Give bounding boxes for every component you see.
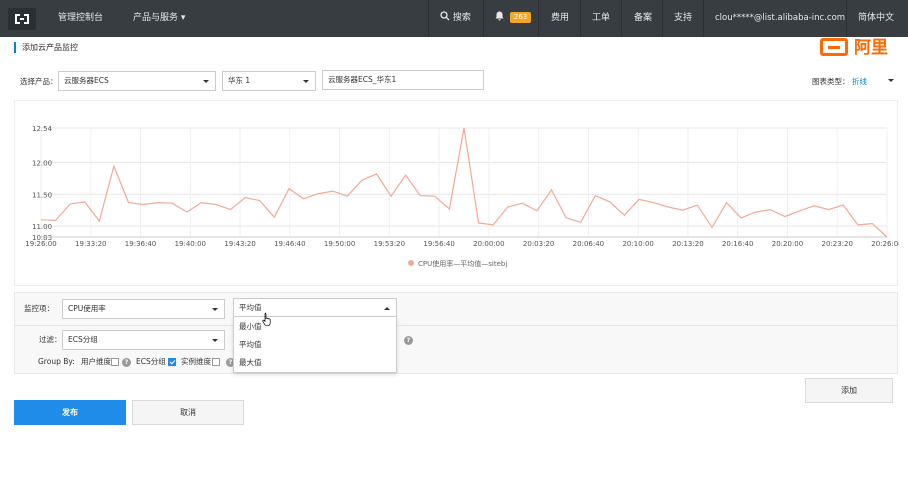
chevron-up-icon [384,307,390,310]
ticket-link[interactable]: 工单 [592,0,610,37]
groupby-label: Group By: [38,357,75,366]
nav-divider [846,0,847,37]
record-link[interactable]: 备案 [634,0,652,37]
console-page: 管理控制台 产品与服务 ▾ 搜索 263 费用 工单 备案 支持 clou***… [0,0,908,502]
billing-link[interactable]: 费用 [551,0,569,37]
chevron-down-icon [212,308,218,311]
help-icon[interactable]: ? [404,336,413,345]
notification-count-badge: 263 [509,12,532,23]
search-icon [440,11,450,21]
brand-text: 阿里 [854,38,888,58]
groupby-user-label: 用户维度 [81,357,111,366]
brand-box-icon [820,38,848,56]
chart-type-dropdown[interactable] [880,71,900,91]
nav-divider [483,0,484,37]
x-tick-label: 20:00:00 [473,240,504,248]
chart-type-value[interactable]: 折线 [852,76,867,88]
legend-marker [408,260,414,266]
line-chart: 12.5412.0011.5011.0010.8319:26:00 19:33:2… [25,125,899,268]
x-tick-label: 19:36:40 [125,240,156,248]
statistic-dropdown-menu: 最小值 平均值 最大值 [233,316,397,373]
instance-input[interactable]: 云服务器ECS_华东1 [322,70,484,90]
aliyun-logo-icon[interactable] [8,8,36,30]
console-link[interactable]: 管理控制台 [58,0,103,37]
metric-select[interactable]: CPU使用率 [62,299,225,319]
x-tick-label: 19:40:00 [175,240,206,248]
x-tick-label: 20:16:40 [722,240,753,248]
publish-button[interactable]: 发布 [14,400,126,425]
chevron-down-icon [203,80,209,83]
nav-divider [428,0,429,37]
x-tick-label: 20:10:00 [622,240,653,248]
region-select-value: 华东 1 [228,76,251,85]
top-navbar: 管理控制台 产品与服务 ▾ 搜索 263 费用 工单 备案 支持 clou***… [0,0,908,37]
x-tick-label: 20:06:40 [573,240,604,248]
filter-select[interactable]: ECS分组 [62,330,225,350]
filter-label: 过滤： [39,335,62,344]
aliyun-brand-logo: 阿里 [820,36,908,60]
groupby-instance-checkbox[interactable] [212,358,220,366]
x-tick-label: 20:03:20 [523,240,554,248]
groupby-ecs-checkbox[interactable] [168,358,176,366]
hand-cursor-icon [262,312,271,326]
series-line-cpu-usage [40,127,888,238]
nav-divider [580,0,581,37]
statistic-option-avg[interactable]: 平均值 [234,336,396,354]
x-tick-label: 19:33:20 [75,240,106,248]
help-icon[interactable]: ? [122,358,131,367]
region-select[interactable]: 华东 1 [222,71,316,91]
page-title: 添加云产品监控 [14,42,78,53]
x-tick-label: 20:23:20 [822,240,853,248]
statistic-option-max[interactable]: 最大值 [234,354,396,372]
statistic-select[interactable]: 平均值 [233,298,397,318]
nav-divider [703,0,704,37]
groupby-instance-label: 实例维度 [181,357,211,366]
metric-label: 监控项： [24,304,54,313]
x-tick-label: 20:26:00 [871,240,899,248]
chart-container: 12.54 12.00 11.50 11.00 10.83 19:26:00 19:33:2… [14,100,899,286]
chevron-down-icon [303,80,309,83]
nav-divider [538,0,539,37]
nav-divider [662,0,663,37]
legend-label: CPU使用率—平均值—sitebj [418,259,507,268]
search-label: 搜索 [452,13,471,23]
bell-icon [495,11,504,21]
add-button[interactable]: 添加 [805,378,893,403]
products-menu[interactable]: 产品与服务 ▾ [133,0,185,37]
x-tick-label: 19:26:00 [25,240,56,248]
y-tick-label: 12.00 [32,159,52,167]
y-tick-label: 11.00 [32,223,52,231]
x-tick-label: 19:53:20 [374,240,405,248]
product-label: 选择产品： [20,77,58,86]
language-switch[interactable]: 简体中文 [858,0,894,37]
product-select-value: 云服务器ECS [64,76,109,85]
x-tick-label: 19:56:40 [423,240,454,248]
user-account-menu[interactable]: clou*****@list.alibaba-inc.com [715,0,845,37]
groupby-user-checkbox[interactable] [111,358,119,366]
nav-divider [621,0,622,37]
product-select[interactable]: 云服务器ECS [58,71,216,91]
chevron-down-icon [888,79,894,82]
chevron-down-icon [212,339,218,342]
support-link[interactable]: 支持 [674,0,692,37]
notifications-button[interactable]: 263 [495,0,532,37]
x-tick-label: 19:43:20 [224,240,255,248]
x-tick-label: 19:50:00 [324,240,355,248]
cancel-button[interactable]: 取消 [132,400,244,425]
search-button[interactable]: 搜索 [440,0,471,37]
filter-select-value: ECS分组 [68,335,98,344]
y-tick-label: 12.54 [32,125,53,133]
statistic-option-min[interactable]: 最小值 [234,318,396,336]
metric-select-value: CPU使用率 [68,304,106,313]
groupby-ecs-label: ECS分组 [136,357,166,366]
statistic-select-value: 平均值 [239,303,262,312]
x-tick-label: 20:20:00 [772,240,803,248]
x-tick-label: 20:13:20 [672,240,703,248]
y-tick-label: 11.50 [32,191,52,199]
chart-type-label: 图表类型： [812,77,850,86]
panel-divider [14,325,898,326]
x-tick-label: 19:46:40 [274,240,305,248]
instance-input-value: 云服务器ECS_华东1 [328,75,397,84]
